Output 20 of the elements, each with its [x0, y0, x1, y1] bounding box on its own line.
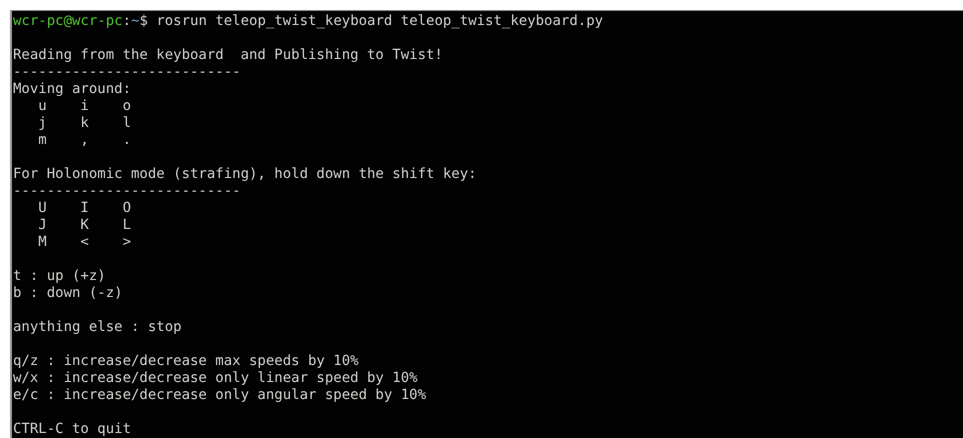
output-text: CTRL-C to quit [13, 421, 132, 437]
output-text: For Holonomic mode (strafing), hold down the shift key: [13, 166, 477, 182]
output-text: M < > [37, 234, 132, 250]
command-text: rosrun teleop_twist_keyboard teleop_twist_keyboard.py [156, 13, 604, 29]
output-text: u i o [37, 98, 132, 114]
output-text: U I O [37, 200, 132, 216]
output-text: w/x : increase/decrease only linear speed by 10% [13, 370, 418, 386]
output-text: Moving around: [13, 81, 132, 97]
dashed-separator: --------------------------- [13, 64, 241, 80]
output-text: J K L [37, 217, 132, 233]
output-text: t : up (+z) [13, 268, 106, 284]
output-text: anything else : stop [13, 319, 182, 335]
dashed-separator: --------------------------- [13, 183, 241, 199]
shell-prompt: wcr-pc@wcr-pc:~$ [13, 13, 148, 29]
output-text: q/z : increase/decrease max speeds by 10% [13, 353, 359, 369]
output-text: b : down (-z) [13, 285, 123, 301]
output-text: j k l [37, 115, 132, 131]
output-text: Reading from the keyboard and Publishing to Twist! [13, 47, 443, 63]
output-text: e/c : increase/decrease only angular speed by 10% [13, 387, 426, 403]
output-text: m , . [37, 132, 132, 148]
